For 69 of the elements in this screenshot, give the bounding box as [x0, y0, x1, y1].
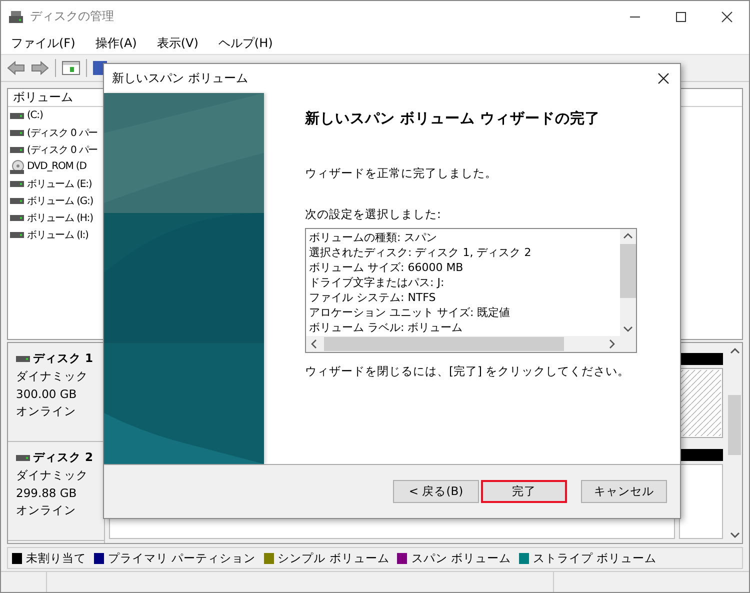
menu-item[interactable]: 表示(V) — [156, 34, 198, 52]
volume-name[interactable]: ボリューム (G:) — [27, 194, 94, 208]
disk-status: オンライン — [16, 404, 77, 419]
volume-name[interactable]: ボリューム (H:) — [27, 210, 93, 224]
menu-item[interactable]: ファイル(F) — [11, 34, 76, 52]
volume-name[interactable]: DVD_ROM (D — [27, 161, 86, 172]
scroll-up-icon[interactable] — [623, 232, 633, 240]
legend-label: 未割り当て — [26, 550, 86, 566]
legend-label: ストライプ ボリューム — [532, 550, 657, 566]
setting-line: ボリュームの種類: スパン — [309, 230, 438, 245]
drive-icon — [10, 146, 24, 152]
console-pane-icon[interactable] — [62, 61, 80, 75]
disk-size: 300.00 GB — [16, 387, 78, 401]
drive-icon — [16, 454, 30, 460]
partition-header-bar — [679, 449, 723, 461]
disk-size: 299.88 GB — [16, 486, 78, 500]
volume-name[interactable]: (ディスク 0 パー — [27, 142, 98, 156]
close-icon[interactable] — [658, 73, 669, 84]
closing-note: ウィザードを閉じるには、[完了] をクリックしてください。 — [305, 364, 631, 379]
finish-button[interactable]: 完了 — [481, 480, 567, 503]
setting-line: ボリューム ラベル: ボリューム — [309, 320, 464, 335]
setting-line: ドライブ文字またはパス: J: — [309, 275, 446, 290]
maximize-icon[interactable] — [675, 10, 687, 22]
scroll-right-icon[interactable] — [608, 339, 616, 349]
drive-icon — [10, 180, 24, 186]
scroll-up-icon[interactable] — [730, 347, 740, 355]
window-title: ディスクの管理 — [30, 8, 114, 25]
menu-item[interactable]: 操作(A) — [95, 34, 137, 52]
forward-arrow-icon[interactable] — [31, 61, 49, 75]
disk-name: ディスク 2 — [33, 450, 94, 465]
horizontal-scrollbar[interactable] — [306, 336, 636, 352]
completion-message: ウィザードを正常に完了しました。 — [305, 166, 498, 181]
volume-name[interactable]: (C:) — [27, 110, 43, 121]
wizard-button[interactable]: キャンセル — [581, 480, 667, 503]
setting-line: 選択されたディスク: ディスク 1, ディスク 2 — [309, 245, 532, 260]
setting-line: ボリューム サイズ: 66000 MB — [309, 260, 464, 275]
setting-line: アロケーション ユニット サイズ: 既定値 — [309, 305, 512, 320]
close-icon[interactable] — [721, 10, 733, 22]
disk-type: ダイナミック — [16, 468, 89, 483]
drive-icon — [16, 356, 30, 362]
scroll-down-icon[interactable] — [730, 531, 740, 539]
wizard-button[interactable]: < 戻る(B) — [393, 480, 479, 503]
volume-name[interactable]: ボリューム (I:) — [27, 228, 88, 242]
dialog-title: 新しいスパン ボリューム — [112, 70, 248, 87]
volume-name[interactable]: (ディスク 0 パー — [27, 126, 98, 140]
disk-status: オンライン — [16, 503, 77, 518]
partition-header-bar — [679, 353, 723, 365]
settings-label: 次の設定を選択しました: — [305, 207, 442, 222]
drive-icon — [10, 198, 24, 204]
back-arrow-icon[interactable] — [7, 61, 25, 75]
disc-drive-icon — [10, 160, 24, 174]
disk-name: ディスク 1 — [33, 351, 94, 366]
hatched-partition[interactable] — [679, 368, 723, 438]
legend-label: スパン ボリューム — [411, 550, 511, 566]
setting-line: ファイル システム: NTFS — [309, 290, 437, 305]
disk-type: ダイナミック — [16, 369, 89, 384]
legend-label: プライマリ パーティション — [108, 550, 256, 566]
drive-icon — [10, 232, 24, 238]
drive-icon — [10, 112, 24, 118]
menu-item[interactable]: ヘルプ(H) — [218, 34, 273, 52]
drive-icon — [10, 214, 24, 220]
volume-name[interactable]: ボリューム (E:) — [27, 176, 92, 190]
drive-icon — [10, 130, 24, 136]
legend-label: シンプル ボリューム — [278, 550, 390, 566]
scroll-down-icon[interactable] — [623, 325, 633, 333]
scroll-left-icon[interactable] — [310, 339, 318, 349]
wizard-heading: 新しいスパン ボリューム ウィザードの完了 — [305, 109, 602, 128]
vertical-scrollbar[interactable] — [620, 229, 636, 336]
disk-management-icon — [8, 10, 24, 24]
